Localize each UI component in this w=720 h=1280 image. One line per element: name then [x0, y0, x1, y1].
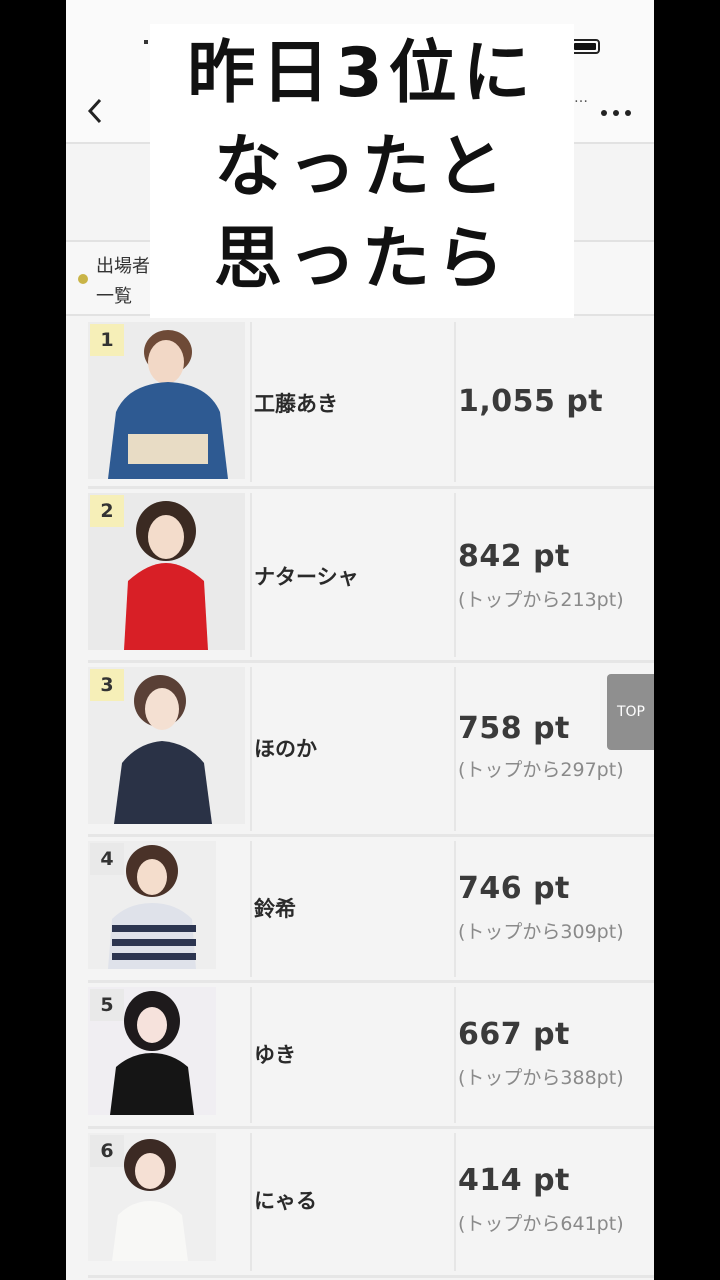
rank-badge: 2	[90, 495, 124, 527]
status-bar-icon	[144, 40, 148, 44]
gap-from-top: (トップから309pt)	[458, 921, 624, 943]
column-divider	[454, 1133, 456, 1271]
ranking-row[interactable]: 5 ゆき 667 pt (トップから388pt)	[88, 983, 654, 1129]
rank-badge: 3	[90, 669, 124, 701]
column-divider	[250, 841, 252, 977]
contestant-points: 414 pt	[458, 1163, 570, 1198]
ranking-row[interactable]: 2 ナターシャ 842 pt (トップから213pt)	[88, 489, 654, 663]
ranking-row[interactable]: 3 ほのか 758 pt (トップから297pt)	[88, 663, 654, 837]
status-dots: …	[574, 90, 588, 106]
back-chevron-icon[interactable]	[86, 96, 110, 126]
contestant-points: 758 pt	[458, 711, 570, 746]
column-divider	[250, 1133, 252, 1271]
rank-badge: 4	[90, 843, 124, 875]
ranking-row[interactable]: 4 鈴希 746 pt (トップから309pt)	[88, 837, 654, 983]
column-divider	[454, 987, 456, 1123]
filter-label: 出場者一覧	[96, 256, 150, 307]
column-divider	[250, 667, 252, 831]
filter-dot-icon	[78, 274, 88, 284]
contestant-points: 842 pt	[458, 539, 570, 574]
column-divider	[250, 322, 252, 482]
ranking-screen: … 出場者一覧 昨日3位に なったと 思ったら 1 工藤あき 1,055 pt …	[66, 0, 654, 1280]
contestant-points: 1,055 pt	[458, 384, 604, 419]
column-divider	[454, 322, 456, 482]
caption-line-1: 昨日3位に	[187, 34, 537, 113]
rank-badge: 6	[90, 1135, 124, 1167]
more-menu-icon[interactable]	[600, 96, 632, 124]
column-divider	[454, 841, 456, 977]
contestant-name: ほのか	[254, 737, 317, 761]
gap-from-top: (トップから297pt)	[458, 759, 624, 781]
ranking-list: 1 工藤あき 1,055 pt 2 ナターシャ 842 pt (トップから213…	[88, 318, 654, 1278]
column-divider	[454, 493, 456, 657]
scroll-to-top-button[interactable]: TOP	[607, 674, 654, 750]
rank-badge: 5	[90, 989, 124, 1021]
column-divider	[454, 667, 456, 831]
contestant-points: 667 pt	[458, 1017, 570, 1052]
caption-line-2: なったと	[213, 128, 510, 207]
contestant-points: 746 pt	[458, 871, 570, 906]
battery-icon	[570, 39, 600, 54]
column-divider	[250, 987, 252, 1123]
caption-line-3: 思ったら	[213, 220, 510, 299]
contestant-name: にゃる	[254, 1189, 317, 1213]
contestant-name: ナターシャ	[254, 565, 359, 589]
contestant-name: 鈴希	[254, 897, 296, 921]
contestant-name: ゆき	[254, 1043, 296, 1067]
video-caption-overlay: 昨日3位に なったと 思ったら	[150, 24, 574, 318]
ranking-row[interactable]: 1 工藤あき 1,055 pt	[88, 318, 654, 489]
ranking-row[interactable]: 6 にゃる 414 pt (トップから641pt)	[88, 1129, 654, 1278]
rank-badge: 1	[90, 324, 124, 356]
gap-from-top: (トップから641pt)	[458, 1213, 624, 1235]
gap-from-top: (トップから213pt)	[458, 589, 624, 611]
contestant-name: 工藤あき	[254, 392, 338, 416]
column-divider	[250, 493, 252, 657]
gap-from-top: (トップから388pt)	[458, 1067, 624, 1089]
